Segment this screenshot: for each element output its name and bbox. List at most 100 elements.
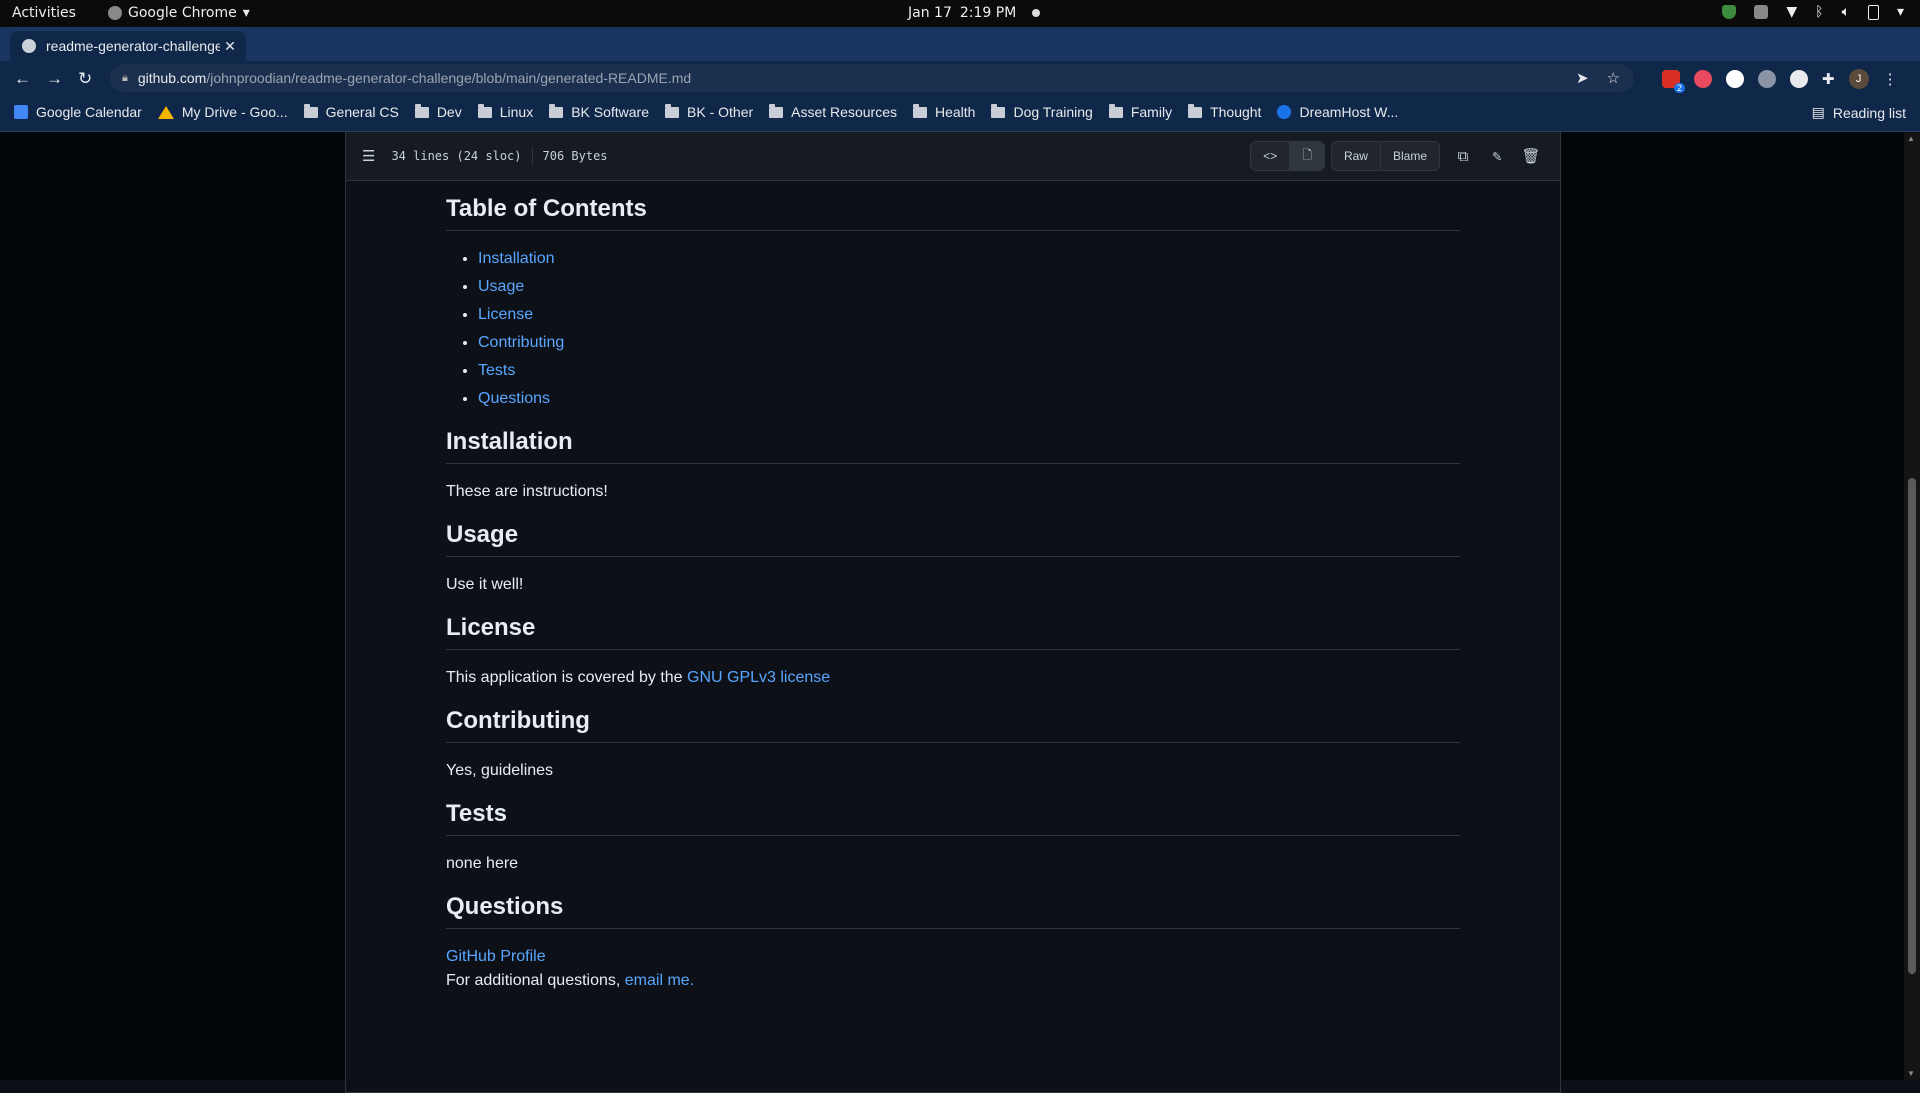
profile-avatar[interactable]: J — [1848, 69, 1869, 89]
scroll-up-icon[interactable]: ▲ — [1907, 134, 1915, 143]
volume-icon: 🔈︎ — [1841, 4, 1850, 20]
bookmark-label: DreamHost W... — [1299, 104, 1399, 120]
bookmark-label: Linux — [499, 104, 534, 120]
toc-link[interactable]: License — [478, 306, 533, 323]
installation-heading: Installation — [446, 427, 1460, 464]
bookmark-item[interactable]: General CS — [303, 103, 399, 120]
readme-body: Table of Contents Installation Usage Licen… — [446, 194, 1460, 1009]
toc-link[interactable]: Tests — [478, 362, 515, 379]
bookmark-item[interactable]: Dog Training — [991, 103, 1093, 120]
reload-icon[interactable]: ↻ — [78, 69, 92, 89]
close-icon[interactable]: ✕ — [220, 38, 240, 55]
github-profile-link[interactable]: GitHub Profile — [446, 948, 546, 965]
bookmark-item[interactable]: BK Software — [549, 103, 649, 120]
reading-list-button[interactable]: ▤ Reading list — [1812, 104, 1906, 121]
address-bar[interactable]: 🔒︎ github.com /johnproodian/readme-gener… — [110, 64, 1634, 92]
email-link[interactable]: email me. — [625, 972, 694, 989]
raw-button[interactable]: Raw — [1331, 142, 1381, 170]
extension-circle-icon[interactable] — [1726, 70, 1744, 88]
page-scrollbar[interactable]: ▲ ▼ — [1904, 132, 1920, 1080]
tab-strip: readme-generator-challenge ✕ + ⌄ — ❐ ✕ — [0, 27, 1920, 82]
bookmark-item[interactable]: Family — [1108, 103, 1172, 120]
app-menu[interactable]: Google Chrome ▾ — [108, 5, 250, 21]
blame-button[interactable]: Blame — [1380, 142, 1439, 170]
system-tray[interactable]: ▼ ᛒ 🔈︎ ▾ — [1722, 4, 1904, 20]
toc-link[interactable]: Contributing — [478, 334, 564, 351]
url-domain: github.com — [137, 70, 207, 86]
extensions-bar: 2 ✚ J ⋮ — [1662, 69, 1898, 93]
divider — [531, 147, 533, 165]
bookmarks-bar: Google Calendar My Drive - Goo... General … — [0, 95, 1920, 132]
bookmark-item[interactable]: BK - Other — [665, 103, 754, 120]
bookmark-label: Health — [934, 104, 976, 120]
extension-red-icon[interactable]: 2 — [1662, 70, 1685, 93]
toc-item: License — [478, 303, 1460, 327]
menu-kebab-icon[interactable]: ⋮ — [1883, 70, 1898, 88]
calendar-icon — [14, 105, 28, 119]
folder-icon — [665, 103, 680, 118]
toc-item: Installation — [478, 247, 1460, 271]
github-icon — [22, 39, 36, 53]
preview-button[interactable]: 🗋 — [1290, 142, 1324, 170]
toc-item: Usage — [478, 275, 1460, 299]
toc-item: Questions — [478, 387, 1460, 411]
bookmark-label: Google Calendar — [36, 104, 142, 120]
bookmark-item[interactable]: Asset Resources — [769, 103, 897, 120]
bluetooth-icon: ᛒ — [1815, 4, 1824, 20]
bookmark-item[interactable]: Thought — [1188, 103, 1261, 120]
lock-icon[interactable]: 🔒︎ — [122, 72, 128, 85]
questions-paragraph: For additional questions, email me. — [446, 969, 1460, 993]
toc-list: Installation Usage License Contributing Test… — [446, 247, 1460, 411]
toc-link[interactable]: Installation — [478, 250, 555, 267]
toc-link[interactable]: Usage — [478, 278, 524, 295]
bookmark-star-icon[interactable]: ☆ — [1607, 69, 1620, 87]
contributing-heading: Contributing — [446, 706, 1460, 743]
scroll-down-icon[interactable]: ▼ — [1907, 1069, 1915, 1078]
back-icon[interactable]: ← — [14, 69, 31, 89]
bookmark-item[interactable]: DreamHost W... — [1277, 104, 1398, 120]
bookmark-label: Dog Training — [1013, 104, 1093, 120]
license-heading: License — [446, 613, 1460, 650]
license-paragraph: This application is covered by the GNU G… — [446, 666, 1460, 690]
extension-video-icon[interactable] — [1694, 70, 1712, 88]
extension-flag-icon[interactable] — [1790, 70, 1808, 88]
file-icon: 🗋 — [1302, 147, 1312, 162]
app-name: Google Chrome — [128, 5, 237, 21]
bookmark-label: BK - Other — [687, 104, 754, 120]
list-icon[interactable]: ☰ — [362, 147, 375, 165]
bookmark-item[interactable]: Linux — [477, 103, 534, 120]
license-link[interactable]: GNU GPLv3 license — [687, 669, 830, 686]
bookmark-item[interactable]: Dev — [414, 103, 462, 120]
puzzle-icon[interactable]: ✚ — [1822, 70, 1835, 88]
reading-list-label: Reading list — [1832, 104, 1906, 121]
extension-rocket-icon[interactable] — [1758, 70, 1776, 88]
folder-icon — [414, 103, 429, 118]
toc-item: Tests — [478, 359, 1460, 383]
contributing-text: Yes, guidelines — [446, 762, 554, 779]
send-icon[interactable]: ➤ — [1576, 69, 1589, 87]
slack-icon — [1754, 5, 1769, 19]
bookmarks-list: Google Calendar My Drive - Goo... General … — [14, 103, 1398, 120]
questions-heading: Questions — [446, 892, 1460, 929]
folder-icon — [1108, 103, 1123, 118]
code-view-button[interactable]: <> — [1251, 142, 1291, 170]
usage-text: Use it well! — [446, 576, 524, 593]
bookmark-label: Asset Resources — [791, 104, 897, 120]
tab-readme[interactable]: readme-generator-challenge ✕ — [10, 31, 246, 61]
toc-link[interactable]: Questions — [478, 390, 550, 407]
trash-icon[interactable]: 🗑︎ — [1514, 142, 1548, 170]
bookmark-item[interactable]: My Drive - Goo... — [157, 104, 288, 120]
folder-icon — [769, 103, 784, 118]
forward-icon[interactable]: → — [46, 69, 63, 89]
activities-button[interactable]: Activities — [12, 5, 76, 21]
file-size: 706 Bytes — [542, 149, 608, 163]
scroll-thumb[interactable] — [1908, 478, 1916, 974]
folder-icon — [1188, 103, 1203, 118]
dreamhost-icon — [1277, 105, 1292, 119]
bookmark-item[interactable]: Health — [912, 103, 976, 120]
clock[interactable]: Jan 17 2:19 PM — [908, 5, 1041, 21]
copy-icon[interactable]: ⧉ — [1446, 142, 1480, 170]
bookmark-item[interactable]: Google Calendar — [14, 104, 142, 120]
pencil-icon[interactable]: ✎ — [1480, 142, 1514, 170]
clock-date: Jan 17 — [908, 5, 952, 21]
